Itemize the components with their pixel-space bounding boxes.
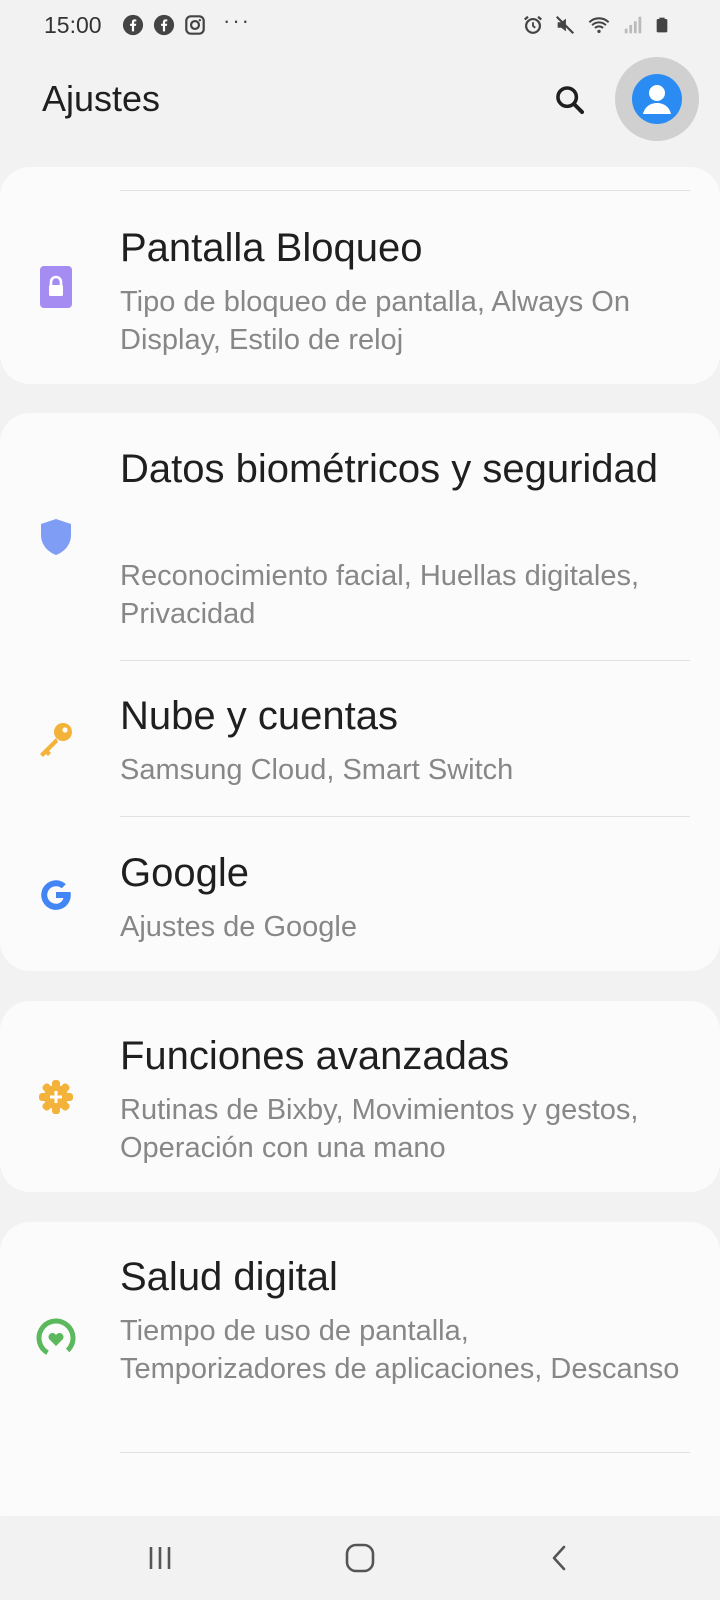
item-title: Salud digital [120, 1255, 338, 1299]
search-icon [556, 86, 585, 115]
navigation-bar [0, 1516, 720, 1600]
item-title: Pantalla Bloqueo [120, 226, 423, 270]
list-item-nube-cuentas[interactable]: Nube y cuentas Samsung Cloud, Smart Swit… [0, 661, 720, 817]
item-title: Datos biométricos y seguridad [120, 447, 659, 491]
list-item-google[interactable]: Google Ajustes de Google [0, 817, 720, 971]
wifi-icon [588, 17, 610, 34]
divider [120, 1452, 690, 1453]
back-button[interactable] [530, 1536, 590, 1580]
alarm-icon [524, 15, 542, 34]
avatar [632, 74, 682, 124]
facebook-icon [153, 14, 175, 36]
status-bar: 15:00 ··· [0, 0, 720, 52]
profile-button[interactable] [615, 57, 699, 141]
item-subtitle: Rutinas de Bixby, Movimientos y gestos, … [120, 1094, 639, 1164]
facebook-icon [122, 14, 144, 36]
item-subtitle: Ajustes de Google [120, 911, 357, 943]
item-subtitle: Reconocimiento facial, Huellas digitales… [120, 560, 640, 630]
item-subtitle: Tipo de bloqueo de pantalla, Always On D… [120, 286, 630, 356]
gear-plus-icon [34, 1075, 78, 1119]
item-title: Funciones avanzadas [120, 1034, 510, 1078]
system-icons [522, 14, 670, 36]
item-title: Nube y cuentas [120, 694, 398, 738]
settings-card-lock: Pantalla Bloqueo Tipo de bloqueo de pant… [0, 167, 720, 384]
home-button[interactable] [330, 1536, 390, 1580]
google-icon [34, 873, 78, 917]
item-subtitle: Tiempo de uso de pantalla, Temporizadore… [120, 1315, 680, 1385]
person-icon [643, 85, 671, 114]
back-icon [552, 1545, 566, 1571]
item-title: Google [120, 851, 249, 895]
search-button[interactable] [548, 78, 592, 122]
battery-icon [656, 17, 668, 33]
settings-card-wellbeing: Salud digital Tiempo de uso de pantalla,… [0, 1222, 720, 1542]
item-subtitle: Samsung Cloud, Smart Switch [120, 754, 514, 786]
settings-card-security: Datos biométricos y seguridad Reconocimi… [0, 413, 720, 971]
list-item-funciones-avanzadas[interactable]: Funciones avanzadas Rutinas de Bixby, Mo… [0, 1001, 720, 1192]
page-title: Ajustes [42, 78, 161, 119]
list-item-pantalla-bloqueo[interactable]: Pantalla Bloqueo Tipo de bloqueo de pant… [0, 191, 720, 384]
mute-icon [555, 15, 575, 35]
signal-icon [624, 16, 642, 34]
status-time: 15:00 [44, 12, 102, 38]
recents-icon [149, 1547, 171, 1569]
shield-icon [34, 515, 78, 559]
home-icon [345, 1543, 375, 1573]
lock-icon [34, 265, 78, 309]
notification-icons: ··· [122, 8, 251, 36]
recents-button[interactable] [130, 1536, 190, 1580]
more-notifications-icon: ··· [223, 8, 251, 33]
digital-wellbeing-icon [34, 1316, 78, 1360]
list-item-biometria[interactable]: Datos biométricos y seguridad Reconocimi… [0, 413, 720, 660]
instagram-icon [185, 15, 205, 35]
list-item-salud-digital[interactable]: Salud digital Tiempo de uso de pantalla,… [0, 1222, 720, 1452]
settings-card-advanced: Funciones avanzadas Rutinas de Bixby, Mo… [0, 1001, 720, 1192]
key-icon [34, 717, 78, 761]
